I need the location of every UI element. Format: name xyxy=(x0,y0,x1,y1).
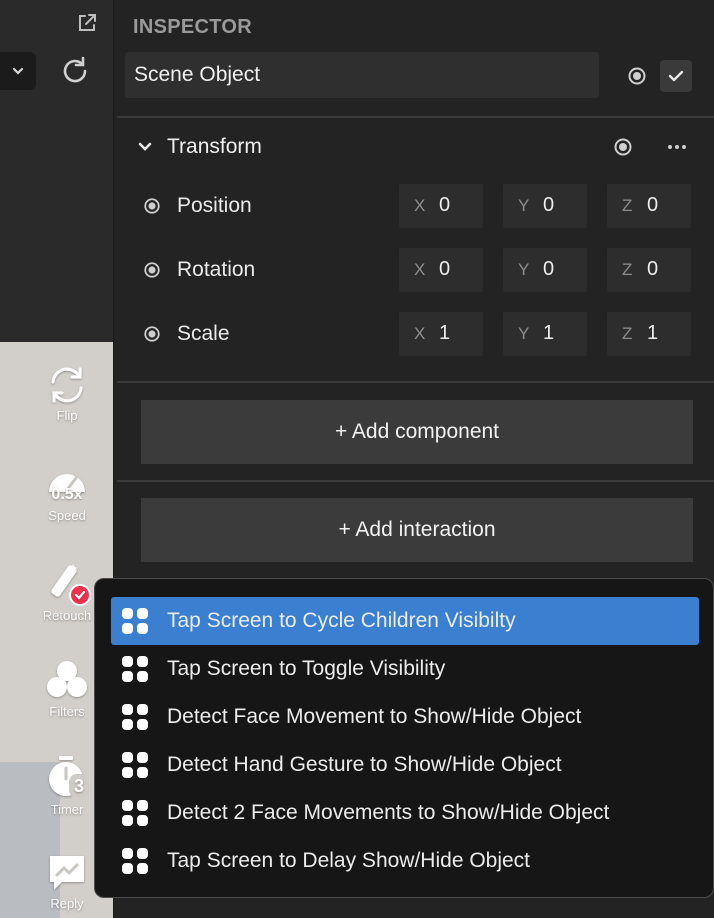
more-options-icon[interactable] xyxy=(665,137,689,162)
speed-badge: 0.5x xyxy=(51,486,83,503)
menu-item-hand-gesture[interactable]: Detect Hand Gesture to Show/Hide Object xyxy=(111,741,699,789)
menu-item-toggle-visibility[interactable]: Tap Screen to Toggle Visibility xyxy=(111,645,699,693)
position-label: Position xyxy=(177,194,252,217)
transform-radio-icon[interactable] xyxy=(613,137,633,162)
object-radio-icon[interactable] xyxy=(627,66,647,91)
rotation-label: Rotation xyxy=(177,258,256,281)
position-y-field[interactable]: Y 0 xyxy=(503,184,587,228)
position-z-value: 0 xyxy=(647,194,659,216)
rotation-y-value: 0 xyxy=(543,258,555,280)
rotation-radio-icon[interactable] xyxy=(143,261,161,284)
axis-label: Z xyxy=(622,260,633,279)
position-y-value: 0 xyxy=(543,194,555,216)
position-x-field[interactable]: X 0 xyxy=(399,184,483,228)
axis-label: X xyxy=(414,260,426,279)
grid-icon xyxy=(122,656,148,682)
axis-label: Y xyxy=(518,324,530,343)
device-dropdown-toggle[interactable] xyxy=(0,52,36,90)
refresh-icon[interactable] xyxy=(58,54,92,88)
preview-toolbar xyxy=(0,0,113,342)
add-interaction-button[interactable]: + Add interaction xyxy=(141,498,693,562)
rotation-row: Rotation X 0 Y 0 Z 0 xyxy=(143,248,703,292)
chevron-down-icon xyxy=(12,67,24,75)
add-component-button[interactable]: + Add component xyxy=(141,400,693,464)
side-tool-flip[interactable]: Flip xyxy=(22,364,112,423)
divider xyxy=(117,480,714,482)
side-tool-label: Timer xyxy=(50,802,84,817)
rotation-x-field[interactable]: X 0 xyxy=(399,248,483,292)
transform-section-title: Transform xyxy=(167,135,262,158)
object-name-input[interactable] xyxy=(125,52,599,98)
rotation-z-field[interactable]: Z 0 xyxy=(607,248,691,292)
position-radio-icon[interactable] xyxy=(143,197,161,220)
side-tool-label: Filters xyxy=(49,704,85,719)
side-tool-label: Retouch xyxy=(42,608,92,623)
axis-label: X xyxy=(414,196,426,215)
menu-item-label: Tap Screen to Toggle Visibility xyxy=(167,657,446,680)
scale-y-field[interactable]: Y 1 xyxy=(503,312,587,356)
inspector-title: INSPECTOR xyxy=(133,16,253,38)
menu-item-label: Tap Screen to Cycle Children Visibilty xyxy=(167,609,516,632)
grid-icon xyxy=(122,752,148,778)
timer-badge: 3 xyxy=(69,774,89,798)
menu-item-face-movement[interactable]: Detect Face Movement to Show/Hide Object xyxy=(111,693,699,741)
rotation-x-value: 0 xyxy=(439,258,451,280)
menu-item-label: Tap Screen to Delay Show/Hide Object xyxy=(167,849,531,872)
axis-label: Z xyxy=(622,324,633,343)
side-tool-label: Flip xyxy=(56,408,78,423)
axis-label: Z xyxy=(622,196,633,215)
transform-section-toggle[interactable]: Transform xyxy=(137,130,262,164)
scale-row: Scale X 1 Y 1 Z 1 xyxy=(143,312,703,356)
menu-item-label: Detect Face Movement to Show/Hide Object xyxy=(167,705,582,728)
flip-icon xyxy=(51,367,83,403)
menu-item-two-face-movements[interactable]: Detect 2 Face Movements to Show/Hide Obj… xyxy=(111,789,699,837)
side-tool-speed[interactable]: 0.5x Speed xyxy=(22,462,112,523)
rotation-y-field[interactable]: Y 0 xyxy=(503,248,587,292)
menu-item-label: Detect 2 Face Movements to Show/Hide Obj… xyxy=(167,801,610,824)
interaction-menu: Tap Screen to Cycle Children Visibilty T… xyxy=(94,578,714,898)
reply-icon xyxy=(50,856,84,890)
retouch-check-badge xyxy=(69,584,91,606)
scale-label: Scale xyxy=(177,322,230,345)
scale-z-field[interactable]: Z 1 xyxy=(607,312,691,356)
grid-icon xyxy=(122,848,148,874)
grid-icon xyxy=(122,800,148,826)
axis-label: Y xyxy=(518,260,530,279)
scale-z-value: 1 xyxy=(647,322,659,344)
scale-y-value: 1 xyxy=(543,322,555,344)
position-x-value: 0 xyxy=(439,194,451,216)
side-tool-label: Speed xyxy=(48,508,86,523)
menu-item-delay-show-hide[interactable]: Tap Screen to Delay Show/Hide Object xyxy=(111,837,699,885)
axis-label: X xyxy=(414,324,426,343)
filters-icon xyxy=(47,661,87,697)
object-enabled-checkbox[interactable] xyxy=(660,60,692,92)
divider xyxy=(117,381,714,383)
grid-icon xyxy=(122,704,148,730)
chevron-down-icon xyxy=(138,142,152,151)
scale-x-field[interactable]: X 1 xyxy=(399,312,483,356)
check-icon xyxy=(668,70,684,82)
external-link-icon[interactable] xyxy=(76,12,98,34)
side-tool-label: Reply xyxy=(50,896,84,911)
grid-icon xyxy=(122,608,148,634)
axis-label: Y xyxy=(518,196,530,215)
menu-item-label: Detect Hand Gesture to Show/Hide Object xyxy=(167,753,562,776)
divider xyxy=(117,116,714,118)
position-row: Position X 0 Y 0 Z 0 xyxy=(143,184,703,228)
scale-radio-icon[interactable] xyxy=(143,325,161,348)
rotation-z-value: 0 xyxy=(647,258,659,280)
position-z-field[interactable]: Z 0 xyxy=(607,184,691,228)
menu-item-cycle-children[interactable]: Tap Screen to Cycle Children Visibilty xyxy=(111,597,699,645)
check-icon xyxy=(74,590,86,600)
scale-x-value: 1 xyxy=(439,322,451,344)
